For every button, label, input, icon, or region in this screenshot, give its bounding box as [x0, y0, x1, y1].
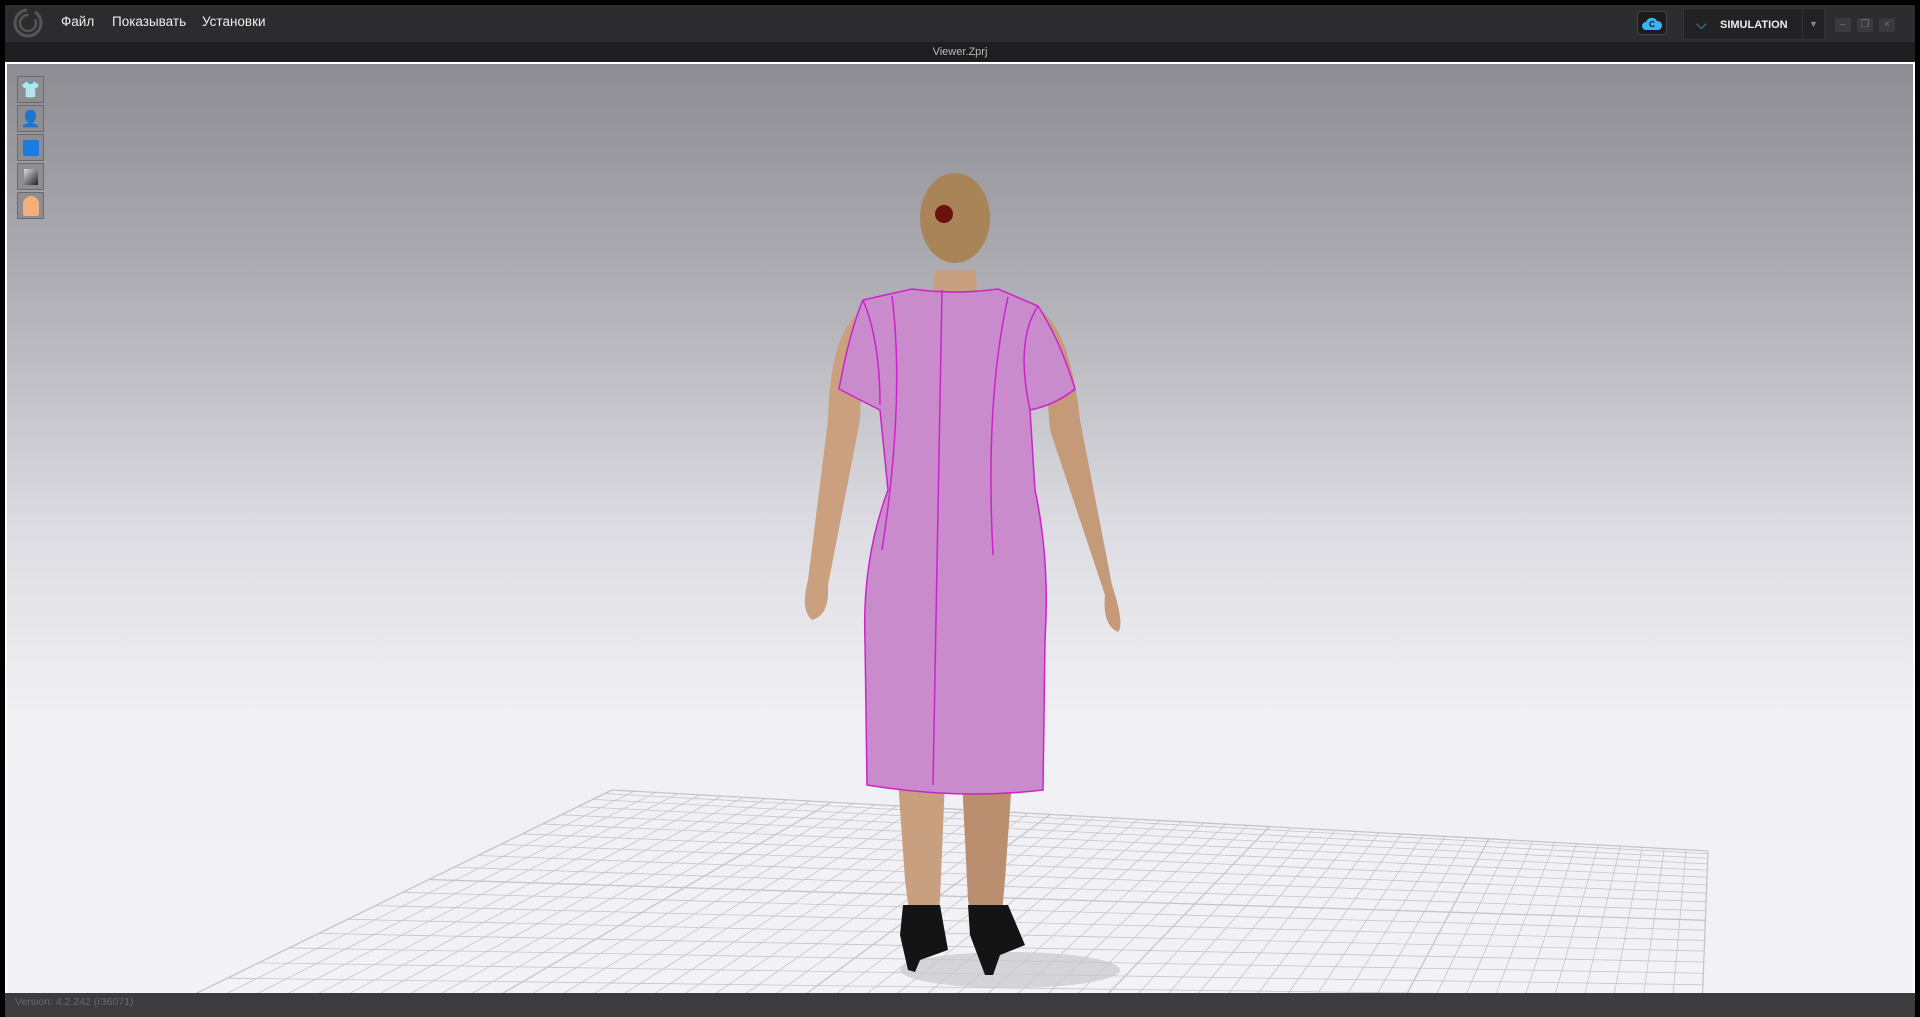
- grid-line: [611, 789, 1709, 852]
- grid-line: [195, 789, 613, 993]
- grid-line: [226, 790, 635, 993]
- shadow: [900, 952, 1120, 988]
- grid-line: [1287, 833, 1402, 993]
- dropdown-arrow-icon[interactable]: ▼: [1802, 9, 1824, 39]
- fabric-display-button[interactable]: [17, 134, 44, 161]
- grid-line: [1672, 849, 1687, 993]
- grid-line: [1257, 832, 1380, 993]
- app-logo-icon: [13, 8, 43, 38]
- grid-line: [1406, 838, 1490, 993]
- minimize-button[interactable]: –: [1835, 18, 1851, 32]
- grid-line: [257, 792, 657, 993]
- hair: [920, 173, 990, 263]
- status-bar: Version: 4.2.242 (r36071): [5, 993, 1915, 1017]
- document-title: Viewer.Zprj: [5, 42, 1915, 62]
- mode-selector[interactable]: ⌵ SIMULATION ▼: [1683, 8, 1825, 40]
- avatar-visibility-icon: 👤: [20, 110, 41, 128]
- avatar-display-icon: [22, 195, 39, 216]
- floor-grid: [195, 789, 1709, 993]
- grid-line: [624, 806, 920, 993]
- grid-line: [1701, 850, 1709, 993]
- top-menu-bar: Файл Показывать Установки C ⌵ SIMULATION…: [5, 5, 1915, 42]
- avatar-display-button[interactable]: [17, 192, 44, 219]
- dress: [838, 288, 1076, 795]
- menu-settings[interactable]: Установки: [202, 14, 266, 29]
- grid-line: [1168, 828, 1314, 993]
- svg-text:C: C: [1649, 20, 1655, 29]
- garment-visibility-button[interactable]: 👕: [17, 76, 44, 103]
- menu-file[interactable]: Файл: [61, 14, 94, 29]
- grid-line: [454, 866, 1706, 912]
- mode-label: SIMULATION: [1720, 19, 1788, 31]
- hair-tie: [935, 205, 953, 223]
- cloud-button[interactable]: C: [1637, 11, 1667, 35]
- 3d-viewport[interactable]: 👕 👤: [5, 62, 1915, 993]
- menu-show[interactable]: Показывать: [112, 14, 186, 29]
- texture-display-icon: [23, 168, 38, 185]
- grid-line: [1436, 839, 1512, 993]
- grid-line: [1198, 830, 1336, 993]
- 3d-scene[interactable]: [5, 62, 1915, 993]
- restore-button[interactable]: ❐: [1857, 18, 1873, 32]
- fabric-display-icon: [22, 139, 39, 156]
- avatar-visibility-button[interactable]: 👤: [17, 105, 44, 132]
- grid-line: [532, 803, 854, 993]
- cloud-icon: C: [1642, 17, 1663, 30]
- avatar: [804, 173, 1121, 975]
- grid-line: [1643, 848, 1665, 993]
- close-button[interactable]: ×: [1879, 18, 1895, 32]
- texture-display-button[interactable]: [17, 163, 44, 190]
- grid-line: [478, 855, 1707, 903]
- grid-line: [578, 806, 1708, 865]
- grid-line: [501, 801, 832, 993]
- grid-line: [288, 793, 678, 993]
- double-chevron-icon: ⌵: [1696, 16, 1707, 32]
- garment-visibility-icon: 👕: [20, 81, 41, 99]
